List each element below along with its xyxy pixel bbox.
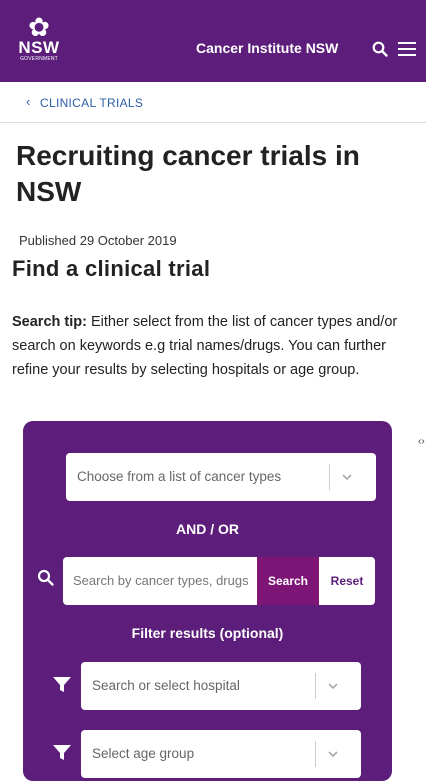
search-tip: Search tip: Either select from the list … [12, 310, 404, 382]
hamburger-menu-icon[interactable] [398, 42, 416, 56]
nsw-government-logo[interactable]: ✿ NSW GOVERNMENT [16, 14, 62, 66]
hospital-select[interactable]: Search or select hospital [81, 662, 361, 710]
site-header: ✿ NSW GOVERNMENT Cancer Institute NSW [0, 0, 426, 82]
age-group-select[interactable]: Select age group [81, 730, 361, 778]
search-button[interactable]: Search [257, 557, 319, 605]
breadcrumb: ‹ CLINICAL TRIALS [0, 82, 426, 123]
trial-search-panel: Choose from a list of cancer types AND /… [23, 421, 392, 781]
keyword-search-placeholder: Search by cancer types, drugs [73, 573, 249, 588]
logo-subtext: GOVERNMENT [20, 56, 58, 62]
filter-results-title: Filter results (optional) [131, 625, 284, 641]
select-separator [329, 464, 330, 490]
filter-icon [53, 677, 71, 692]
cancer-type-select[interactable]: Choose from a list of cancer types [66, 453, 376, 501]
search-tip-label: Search tip: [12, 314, 87, 330]
waratah-flower-icon: ✿ [28, 12, 50, 42]
select-separator [315, 673, 316, 699]
search-icon [37, 569, 54, 586]
chevron-down-icon[interactable] [328, 749, 338, 759]
logo-text: NSW [18, 38, 60, 57]
page-title: Recruiting cancer trials in NSW [16, 140, 360, 207]
chevron-left-icon: ‹ [26, 94, 31, 109]
site-title[interactable]: Cancer Institute NSW [196, 40, 338, 56]
section-title: Find a clinical trial [12, 256, 211, 281]
cancer-type-placeholder: Choose from a list of cancer types [77, 469, 282, 484]
chevron-down-icon[interactable] [342, 472, 352, 482]
search-icon[interactable] [372, 41, 388, 57]
breadcrumb-link-clinical-trials[interactable]: CLINICAL TRIALS [40, 96, 143, 110]
reset-button[interactable]: Reset [319, 557, 375, 605]
select-separator [315, 741, 316, 767]
keyword-search-input[interactable]: Search by cancer types, drugs [63, 557, 257, 605]
hospital-placeholder: Search or select hospital [92, 678, 240, 693]
and-or-label: AND / OR [176, 521, 239, 537]
published-date: Published 29 October 2019 [19, 233, 177, 248]
scroll-arrow-icon[interactable]: ‹› [418, 436, 425, 447]
filter-icon [53, 745, 71, 760]
chevron-down-icon[interactable] [328, 681, 338, 691]
age-group-placeholder: Select age group [92, 746, 195, 761]
